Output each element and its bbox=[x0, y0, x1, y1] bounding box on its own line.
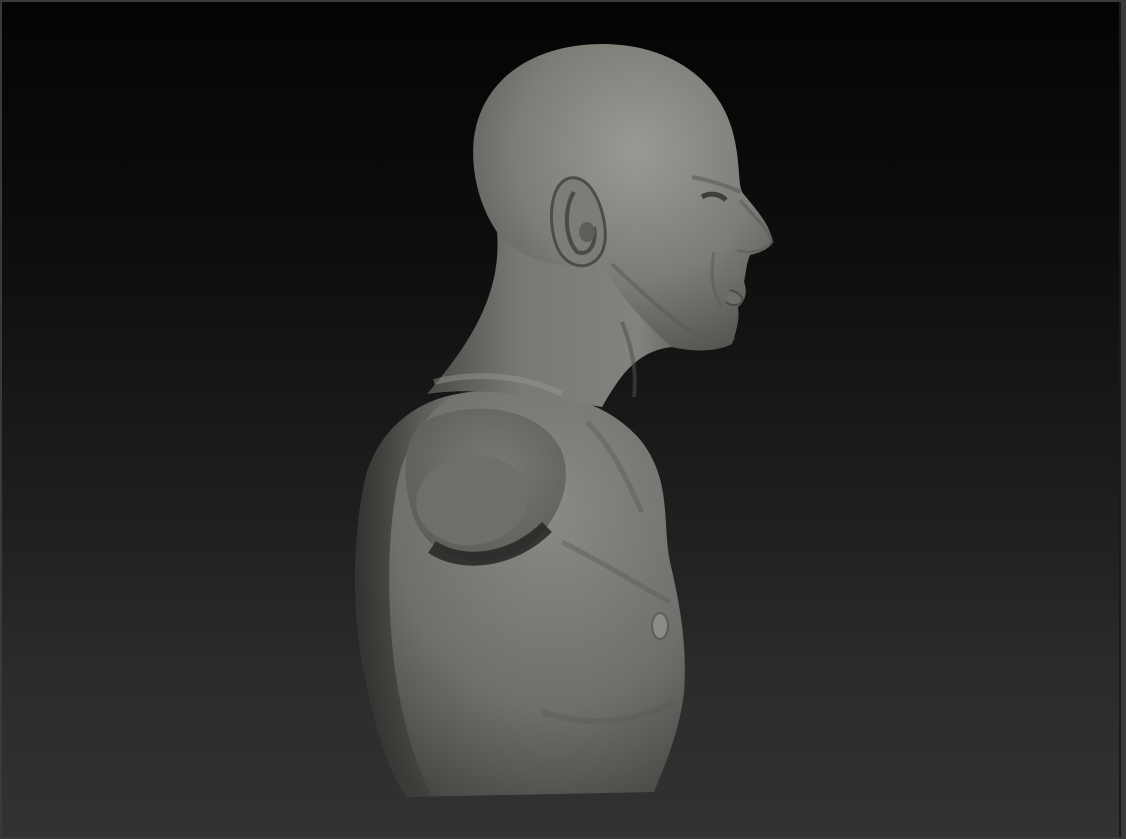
sculpt-viewport[interactable] bbox=[0, 0, 1126, 839]
sculpt-model-canvas[interactable] bbox=[2, 2, 1121, 837]
nipple bbox=[651, 612, 669, 640]
